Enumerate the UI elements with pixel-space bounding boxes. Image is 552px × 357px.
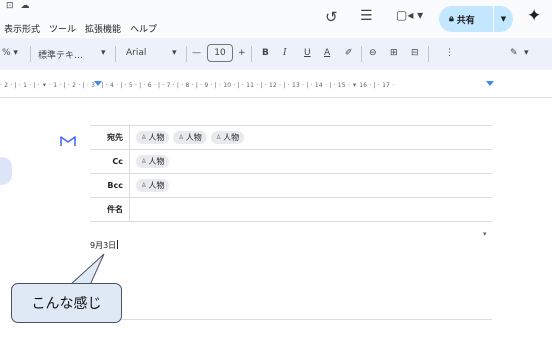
formatting-toolbar: % ▾ 標準テキ… ▾ Arial ▾ — 10 + B I U A ✐ ⊖ ⊞… xyxy=(0,38,552,70)
meet-icon[interactable]: ▢◂ ▾ xyxy=(396,8,423,22)
lock-icon: 🔒︎ xyxy=(449,14,454,24)
highlight-icon[interactable]: ✐ xyxy=(345,48,353,58)
person-chip[interactable]: ♙ 人物 xyxy=(136,155,170,168)
chevron-down-icon[interactable]: ▾ xyxy=(172,48,177,58)
callout-box: こんな感じ xyxy=(11,283,122,323)
menu-format[interactable]: 表示形式 xyxy=(4,22,40,35)
more-options-icon[interactable]: ⋮ xyxy=(445,48,454,58)
person-icon: ♙ xyxy=(141,158,147,165)
gemini-sparkle-icon[interactable]: ✦ xyxy=(527,6,541,26)
ruler[interactable]: · 2 · | · 1 · | · ⯆ · 1 · | · 2 · | · 3 … xyxy=(0,70,552,98)
menu-extensions[interactable]: 拡張機能 xyxy=(85,22,121,35)
font-size-input[interactable]: 10 xyxy=(207,44,233,62)
share-main[interactable]: 🔒︎ 共有 xyxy=(439,13,493,26)
toolbar-divider xyxy=(30,46,31,62)
bcc-recipients[interactable]: ♙ 人物 xyxy=(130,174,492,197)
italic-button[interactable]: I xyxy=(283,48,287,58)
underline-button[interactable]: U xyxy=(304,48,311,58)
toolbar-divider xyxy=(115,46,116,62)
person-chip[interactable]: ♙ 人物 xyxy=(210,131,245,144)
image-icon[interactable]: ⊟ xyxy=(411,48,419,58)
right-indent-marker[interactable] xyxy=(486,81,494,86)
share-button[interactable]: 🔒︎ 共有 ▼ xyxy=(439,6,513,32)
person-icon: ♙ xyxy=(141,134,147,141)
to-label: 宛先 xyxy=(90,126,130,149)
comments-icon[interactable]: ☰ xyxy=(360,8,373,24)
edit-mode-icon[interactable]: ✎ xyxy=(510,48,518,58)
to-row: 宛先 ♙ 人物 ♙ 人物 ♙ 人物 xyxy=(90,126,492,150)
style-select[interactable]: 標準テキ… xyxy=(38,48,83,61)
top-icons: ⊡ ☁ xyxy=(6,1,30,11)
callout-tail xyxy=(69,253,105,285)
callout-text: こんな感じ xyxy=(31,296,102,312)
expand-caret-icon[interactable]: ▾ xyxy=(483,230,487,238)
subject-row: 件名 xyxy=(90,198,492,222)
top-bar: ⊡ ☁ 表示形式 ツール 拡張機能 ヘルプ ↺ ☰ ▢◂ ▾ 🔒︎ 共有 ▼ ✦ xyxy=(0,0,552,38)
email-body[interactable]: 9月3日 xyxy=(90,240,119,251)
font-select[interactable]: Arial xyxy=(126,48,146,58)
text-color-button[interactable]: A xyxy=(324,48,330,58)
cc-row: Cc ♙ 人物 xyxy=(90,150,492,174)
zoom-caret-icon[interactable]: % ▾ xyxy=(2,48,18,58)
menu-tools[interactable]: ツール xyxy=(49,22,76,35)
ruler-ticks: · 2 · | · 1 · | · ⯆ · 1 · | · 2 · | · 3 … xyxy=(0,82,395,89)
chevron-down-icon[interactable]: ▼ xyxy=(494,15,513,23)
version-history-icon[interactable]: ↺ xyxy=(325,8,338,26)
email-body-text: 9月3日 xyxy=(90,241,117,250)
to-recipients[interactable]: ♙ 人物 ♙ 人物 ♙ 人物 xyxy=(130,126,492,149)
toolbar-divider xyxy=(186,46,187,62)
person-icon: ♙ xyxy=(215,134,222,141)
toolbar-divider xyxy=(251,46,252,62)
person-chip[interactable]: ♙ 人物 xyxy=(173,131,207,144)
person-chip-label: 人物 xyxy=(148,157,165,166)
subject-label: 件名 xyxy=(90,198,130,221)
left-indent-marker[interactable] xyxy=(94,81,102,86)
email-draft-header: 宛先 ♙ 人物 ♙ 人物 ♙ 人物 Cc ♙ 人物 Bcc ♙ 人物 件名 xyxy=(90,125,492,222)
person-chip-label: 人物 xyxy=(148,181,165,190)
font-size-decrease-button[interactable]: — xyxy=(192,48,201,58)
person-chip-label: 人物 xyxy=(223,133,240,142)
share-label: 共有 xyxy=(456,15,475,26)
toolbar-divider xyxy=(428,46,429,62)
bcc-label: Bcc xyxy=(90,174,130,197)
person-chip-label: 人物 xyxy=(185,133,202,142)
person-chip[interactable]: ♙ 人物 xyxy=(136,131,170,144)
bold-button[interactable]: B xyxy=(262,48,269,58)
text-cursor xyxy=(117,240,119,249)
cc-recipients[interactable]: ♙ 人物 xyxy=(130,150,492,173)
gmail-icon xyxy=(60,136,76,146)
person-icon: ♙ xyxy=(178,134,184,141)
bcc-row: Bcc ♙ 人物 xyxy=(90,174,492,198)
link-icon[interactable]: ⊖ xyxy=(369,48,377,58)
email-draft-bottom-border xyxy=(90,319,492,320)
chevron-down-icon[interactable]: ▾ xyxy=(101,48,106,58)
toolbar-divider xyxy=(361,46,362,62)
cloud-status-icon[interactable]: ☁ xyxy=(21,1,30,11)
person-chip[interactable]: ♙ 人物 xyxy=(136,179,170,192)
cc-label: Cc xyxy=(90,150,130,173)
chevron-down-icon[interactable]: ▾ xyxy=(524,48,529,58)
folder-move-icon[interactable]: ⊡ xyxy=(6,1,14,11)
person-chip-label: 人物 xyxy=(148,133,165,142)
menu-bar: 表示形式 ツール 拡張機能 ヘルプ xyxy=(4,22,157,35)
subject-field[interactable] xyxy=(130,198,492,221)
person-icon: ♙ xyxy=(141,182,147,189)
insert-comment-icon[interactable]: ⊞ xyxy=(390,48,398,58)
font-size-increase-button[interactable]: + xyxy=(238,48,246,58)
menu-help[interactable]: ヘルプ xyxy=(130,22,157,35)
